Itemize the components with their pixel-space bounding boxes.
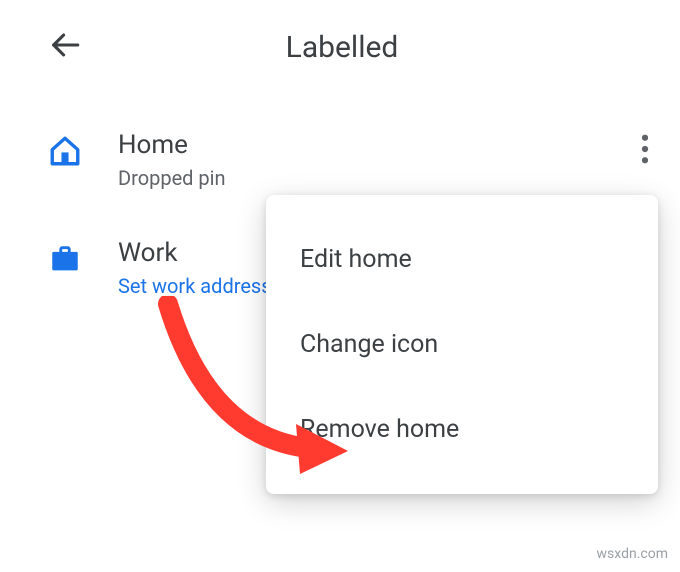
more-vert-icon[interactable]	[641, 134, 649, 168]
menu-item-edit-home[interactable]: Edit home	[266, 217, 658, 302]
list-item-title: Home	[118, 130, 610, 160]
menu-item-remove-home[interactable]: Remove home	[266, 387, 658, 472]
home-icon	[48, 130, 118, 168]
list-item-subtitle: Dropped pin	[118, 166, 610, 190]
context-menu: Edit home Change icon Remove home	[266, 195, 658, 494]
page-title: Labelled	[52, 30, 632, 65]
list-item-text: Home Dropped pin	[118, 130, 610, 190]
work-icon	[48, 238, 118, 276]
menu-item-change-icon[interactable]: Change icon	[266, 302, 658, 387]
watermark: wsxdn.com	[597, 546, 668, 562]
header: Labelled	[0, 0, 680, 116]
